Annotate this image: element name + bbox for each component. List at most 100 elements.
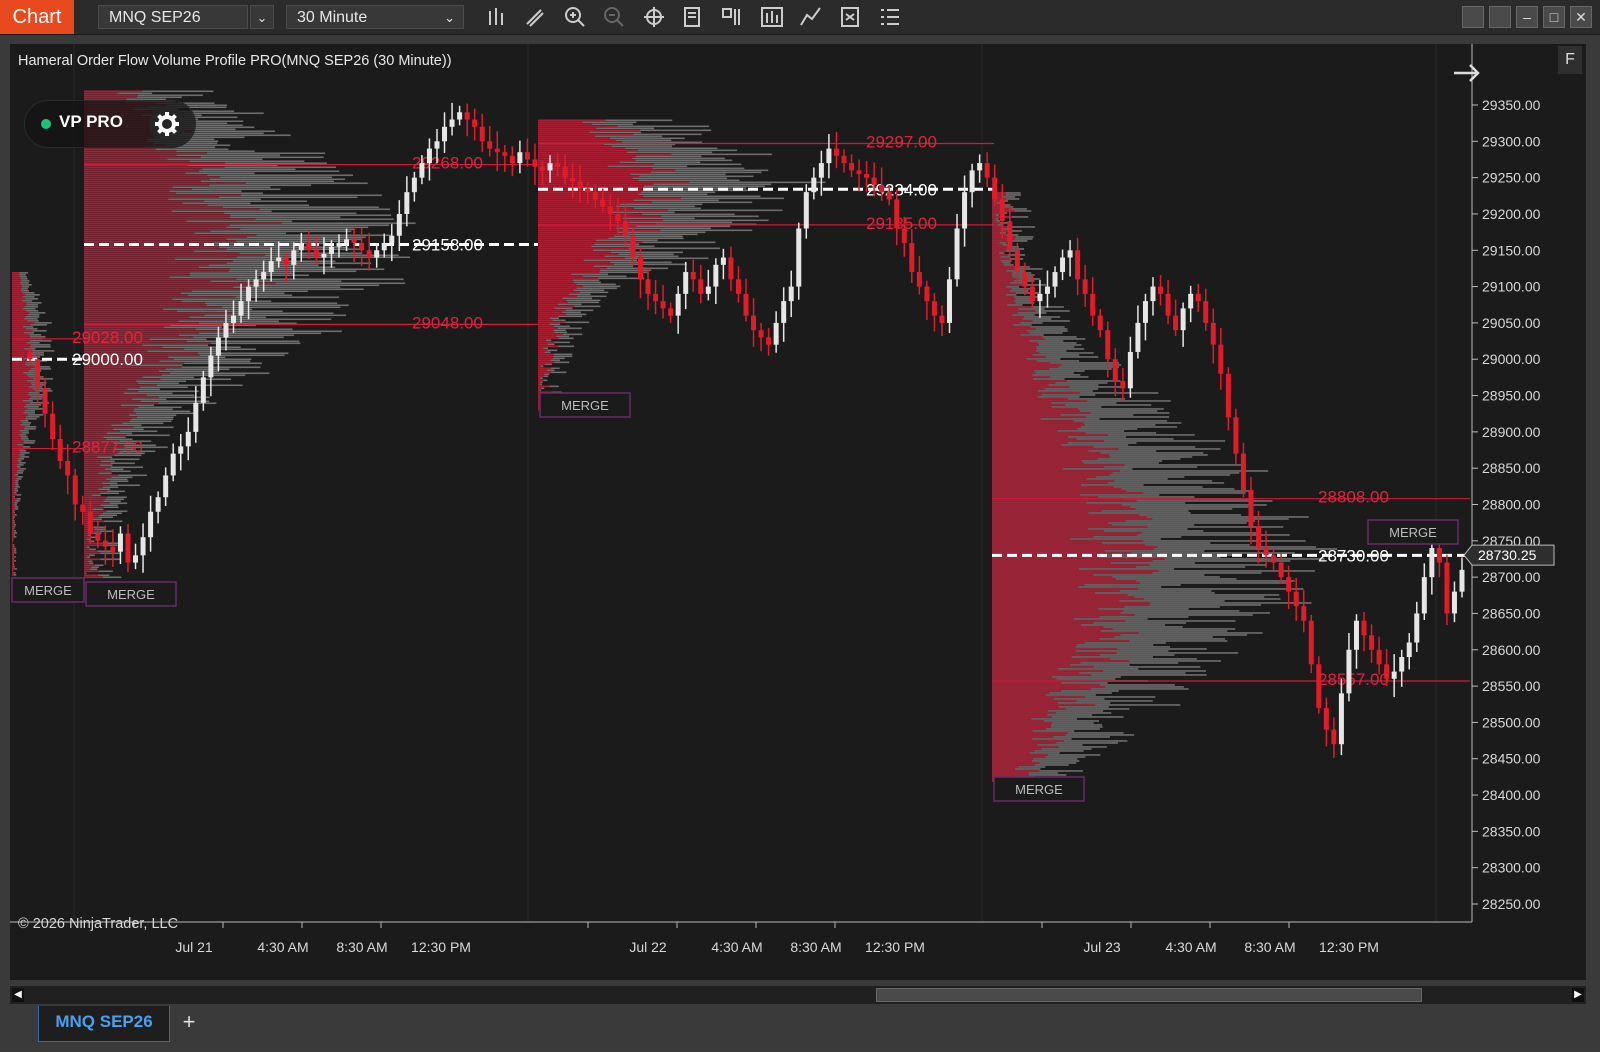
pencil-icon[interactable] [522,5,548,29]
volume-bar-bid [992,378,1034,380]
volume-bar-bid [538,315,559,318]
volume-bar-bid [84,256,237,259]
tile-window-icon[interactable] [1462,6,1484,28]
maximize-icon[interactable]: □ [1543,6,1565,28]
candle-body [389,235,395,244]
drawing-tools-icon[interactable] [798,5,824,29]
volume-bar-bid [992,436,1069,438]
volume-bar-bid [12,324,31,326]
candle-body [532,159,538,167]
volume-bar-bid [12,318,25,320]
volume-bar-bid [12,472,18,474]
volume-bar-bid [992,228,1004,230]
scroll-left-icon[interactable]: ◀ [12,988,24,1002]
cascade-window-icon[interactable] [1489,6,1511,28]
volume-bar-bid [992,636,1115,638]
volume-bar-bid [84,410,134,413]
candle-body [1444,562,1450,614]
instrument-dropdown-button[interactable]: ⌄ [250,5,274,29]
tab-mnq-sep26[interactable]: MNQ SEP26 [38,1006,170,1042]
minimize-icon[interactable]: – [1516,6,1538,28]
horizontal-scrollbar[interactable]: ◀ ▶ [10,986,1586,1004]
volume-bar-bid [12,322,36,324]
volume-bar-bid [538,377,541,380]
volume-bar-bid [992,642,1085,644]
volume-bar-bid [12,566,14,568]
volume-bar-bid [992,708,1066,710]
price-tick-label: 28400.00 [1482,787,1541,803]
volume-bar-bid [12,380,28,382]
volume-bar-bid [84,278,237,281]
volume-bar-bid [992,464,1125,466]
volume-bar-bid [538,337,559,340]
volume-bar-bid [992,496,1098,498]
volume-bar-bid [992,592,1096,594]
volume-bar-bid [12,520,14,522]
gear-icon[interactable] [149,106,185,142]
volume-bar-bid [84,492,101,495]
arrow-right-icon[interactable] [1450,58,1484,88]
volume-bar-bid [992,252,999,254]
volume-bar-bid [992,244,1003,246]
candle-body [1218,344,1224,374]
volume-bar-bid [12,432,22,434]
volume-bar-bid [84,534,88,537]
zoom-out-icon[interactable] [601,5,627,29]
volume-bar-bid [538,149,639,152]
chart-tab[interactable]: Chart [0,0,74,34]
crosshair-icon[interactable] [641,5,667,29]
volume-bar-bid [992,472,1113,474]
volume-bar-bid [84,512,103,515]
properties-icon[interactable] [680,5,706,29]
volume-bar-bid [992,638,1100,640]
volume-bar-bid [84,394,148,397]
volume-bar-bid [538,331,555,334]
candle-body [1301,606,1307,621]
volume-bar-bid [992,446,1094,448]
volume-bar-bid [12,292,23,294]
volume-bar-bid [992,672,1080,674]
scroll-thumb[interactable] [876,988,1422,1002]
volume-bar-bid [992,608,1099,610]
candle-body [992,177,998,200]
volume-bar-bid [538,357,554,360]
volume-bar-bid [992,420,1074,422]
candle-body [170,453,176,476]
chart-panel[interactable]: 29028.00 29000.00 28877.00 29268.00 29158.00… [10,44,1586,980]
volume-bar-bid [84,540,89,543]
price-chart[interactable]: 29028.0029000.0028877.0029268.0029158.00… [10,44,1586,980]
volume-bar-bid [992,696,1086,698]
add-tab-icon[interactable]: + [176,1008,202,1036]
data-box-icon[interactable] [838,5,864,29]
f-button[interactable]: F [1558,46,1582,74]
list-icon[interactable] [877,5,903,29]
interval-selector[interactable]: 30 Minute ⌄ [286,5,464,29]
bar-type-icon[interactable] [484,5,510,29]
candle-body [457,112,463,120]
candle-body [758,330,764,338]
volume-bar-bid [992,374,1033,376]
volume-bar-bid [84,494,93,497]
close-icon[interactable]: ✕ [1570,6,1592,28]
vp-pro-badge[interactable]: VP PRO [24,100,196,148]
volume-bar-bid [992,566,1136,568]
volume-bar-bid [992,524,1112,526]
volume-bar-bid [992,300,1015,302]
candle-body [690,272,696,280]
volume-bar-bid [992,562,1111,564]
volume-bar-bid [992,528,1089,530]
instrument-selector[interactable]: MNQ SEP26 [98,5,248,29]
candle-body [1225,373,1231,418]
indicator-icon[interactable] [759,5,785,29]
volume-bar-bid [12,564,14,566]
volume-bar-bid [84,250,195,253]
volume-bar-bid [992,756,1046,758]
zoom-in-icon[interactable] [562,5,588,29]
strategy-icon[interactable] [719,5,745,29]
candle-body [562,166,568,178]
scroll-right-icon[interactable]: ▶ [1572,988,1584,1002]
volume-bar-bid [12,528,14,530]
volume-bar-bid [992,316,1024,318]
candle-body [336,243,342,247]
volume-bar-bid [538,351,545,354]
